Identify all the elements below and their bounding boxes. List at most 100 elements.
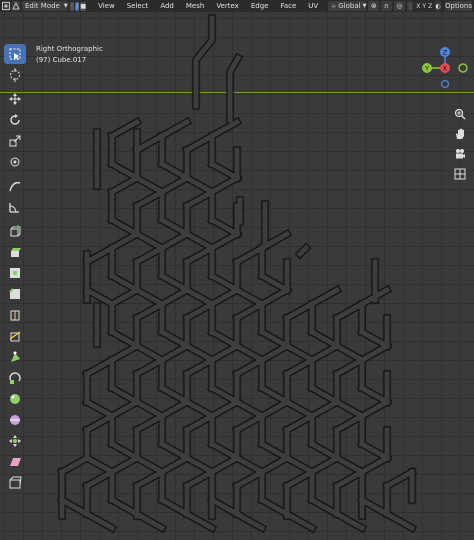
- mesh-strip: [208, 118, 241, 140]
- shear-icon: [10, 458, 21, 466]
- select-box-tool[interactable]: [4, 44, 26, 64]
- smooth-tool[interactable]: [4, 389, 26, 409]
- mesh-strip: [208, 286, 241, 308]
- options-dropdown[interactable]: Options: [445, 1, 473, 11]
- vertex-select-button[interactable]: ·: [69, 1, 75, 11]
- face-select-button[interactable]: ■: [80, 1, 87, 11]
- inset-tool[interactable]: [4, 263, 26, 283]
- mesh-strip: [108, 342, 141, 364]
- edge-select-icon: /: [76, 2, 79, 10]
- mesh-strip: [308, 454, 341, 476]
- poly-build-tool[interactable]: [4, 347, 26, 367]
- pan-button[interactable]: [452, 126, 468, 142]
- loop-cut-tool[interactable]: [4, 305, 26, 325]
- mesh-strip: [283, 342, 316, 364]
- mesh-strip: [158, 118, 191, 140]
- measure-tool[interactable]: [4, 197, 26, 217]
- mirror-z-toggle[interactable]: Z: [428, 3, 432, 10]
- editor-type-button[interactable]: [2, 1, 10, 11]
- extrude-tool[interactable]: [4, 242, 26, 262]
- shear-tool[interactable]: [4, 452, 26, 472]
- add-cube-tool[interactable]: [4, 221, 26, 241]
- zoom-button[interactable]: [452, 106, 468, 122]
- mesh-strip: [233, 398, 266, 420]
- edit-mode-icon: [12, 2, 20, 10]
- scale-tool[interactable]: [4, 131, 26, 151]
- camera-view-button[interactable]: [452, 146, 468, 162]
- scale-icon: [9, 135, 21, 147]
- menu-edge[interactable]: Edge: [251, 2, 269, 10]
- spin-tool[interactable]: [4, 368, 26, 388]
- bevel-tool[interactable]: [4, 284, 26, 304]
- orientation-label: Global: [338, 2, 361, 10]
- menu-view[interactable]: View: [98, 2, 115, 10]
- menu-mesh[interactable]: Mesh: [186, 2, 204, 10]
- mesh-strip: [158, 286, 191, 308]
- mesh-strip: [108, 454, 141, 476]
- menu-uv[interactable]: UV: [308, 2, 318, 10]
- neg-y-axis-handle[interactable]: [458, 63, 468, 73]
- mode-icon-button[interactable]: [12, 1, 20, 11]
- measure-icon: [9, 203, 19, 213]
- 3d-viewport[interactable]: Right Orthographic (97) Cube.017 Z Y X: [0, 12, 474, 540]
- add-cube-icon: [10, 225, 21, 237]
- mirror-button[interactable]: ⋮: [407, 1, 414, 11]
- mode-dropdown[interactable]: Edit Mode ▼: [22, 1, 68, 11]
- honeycomb-mesh[interactable]: [0, 12, 474, 540]
- mesh-strip: [233, 286, 266, 308]
- annotate-tool[interactable]: [4, 176, 26, 196]
- mesh-strip: [358, 342, 391, 364]
- edge-select-button[interactable]: /: [75, 1, 80, 11]
- shrink-fatten-tool[interactable]: [4, 431, 26, 451]
- neg-z-axis-handle[interactable]: [440, 79, 450, 89]
- menu-select[interactable]: Select: [127, 2, 149, 10]
- mirror-icon: ⋮: [407, 2, 414, 10]
- mesh-strip: [333, 342, 366, 364]
- mesh-strip: [58, 454, 91, 476]
- transform-orientation-dropdown[interactable]: ⊹ Global ▼: [328, 1, 367, 11]
- proportional-icon: ◎: [396, 2, 403, 10]
- object-label: (97) Cube.017: [36, 56, 87, 64]
- inset-icon: [10, 268, 20, 278]
- navigation-gizmo[interactable]: Z Y X: [418, 46, 472, 102]
- mesh-strip: [158, 398, 191, 420]
- mesh-strip: [258, 398, 291, 420]
- snap-dropdown[interactable]: ∩: [381, 1, 392, 11]
- mesh-strip: [308, 398, 341, 420]
- edge-slide-tool[interactable]: [4, 410, 26, 430]
- pivot-point-dropdown[interactable]: ⊗: [368, 1, 380, 11]
- shading-button[interactable]: ◐: [435, 1, 441, 11]
- x-axis-label: X: [443, 65, 448, 73]
- mesh-strip: [158, 174, 191, 196]
- vertex-select-icon: ·: [70, 2, 73, 10]
- mesh-strip: [133, 510, 166, 532]
- knife-tool[interactable]: [4, 326, 26, 346]
- mesh-strip: [258, 454, 291, 476]
- rotate-tool[interactable]: [4, 110, 26, 130]
- rotate-icon: [10, 114, 20, 125]
- mesh-strip: [233, 454, 266, 476]
- menu-add[interactable]: Add: [160, 2, 174, 10]
- menu-face[interactable]: Face: [280, 2, 296, 10]
- mesh-strip: [208, 454, 241, 476]
- perspective-toggle-button[interactable]: [452, 166, 468, 182]
- proportional-edit-button[interactable]: ◎: [393, 1, 406, 11]
- mesh-strip: [133, 286, 166, 308]
- menu-vertex[interactable]: Vertex: [216, 2, 239, 10]
- mirror-x-toggle[interactable]: X: [416, 3, 420, 10]
- mesh-strip: [133, 342, 166, 364]
- transform-tool[interactable]: [4, 152, 26, 172]
- navigation-controls: [452, 106, 470, 186]
- mesh-strip: [283, 454, 316, 476]
- mesh-strip: [258, 286, 291, 308]
- rip-tool[interactable]: [4, 473, 26, 493]
- move-tool[interactable]: [4, 89, 26, 109]
- poly-build-icon: [11, 351, 20, 362]
- annotate-icon: [9, 181, 21, 192]
- shrink-fatten-icon: [9, 435, 21, 447]
- cursor-tool[interactable]: [4, 65, 26, 85]
- extrude-icon: [11, 248, 21, 257]
- mesh-strip: [358, 454, 391, 476]
- mesh-strip: [283, 398, 316, 420]
- mirror-y-toggle[interactable]: Y: [422, 3, 426, 10]
